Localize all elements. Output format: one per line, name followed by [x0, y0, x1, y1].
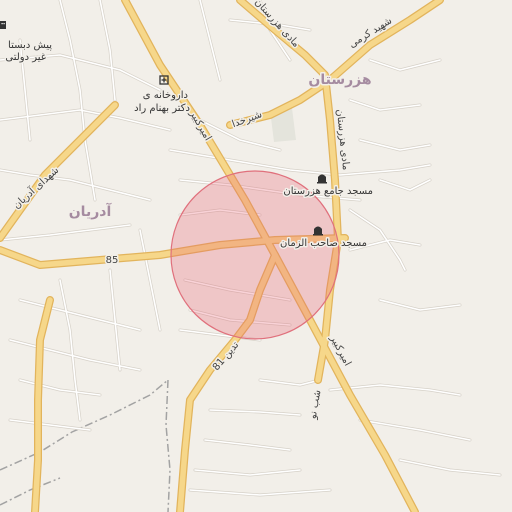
poi-label-pharmacy-line1: داروخانه ی: [143, 90, 188, 101]
poi-label-school-line1: پیش دبستا: [8, 40, 52, 51]
place-label-hezarestan: هزرستان: [308, 72, 371, 88]
poi-label-mosque-hezarestan: مسجد جامع هزرستان: [283, 186, 373, 197]
map-view[interactable]: هزرستان آدریان مسجد جامع هزرستان مسجد صا…: [0, 0, 512, 512]
school-icon[interactable]: [0, 21, 6, 29]
poi-label-pharmacy-line2: دکتر بهنام راد: [134, 103, 190, 114]
map-canvas[interactable]: هزرستان آدریان مسجد جامع هزرستان مسجد صا…: [0, 0, 512, 512]
poi-label-mosque-saheb: مسجد صاحب الزمان: [280, 238, 367, 249]
place-label-adrian: آدریان: [69, 202, 113, 220]
poi-label-school-line2: غیر دولتی: [5, 52, 46, 63]
road-label-85: 85: [106, 255, 119, 266]
